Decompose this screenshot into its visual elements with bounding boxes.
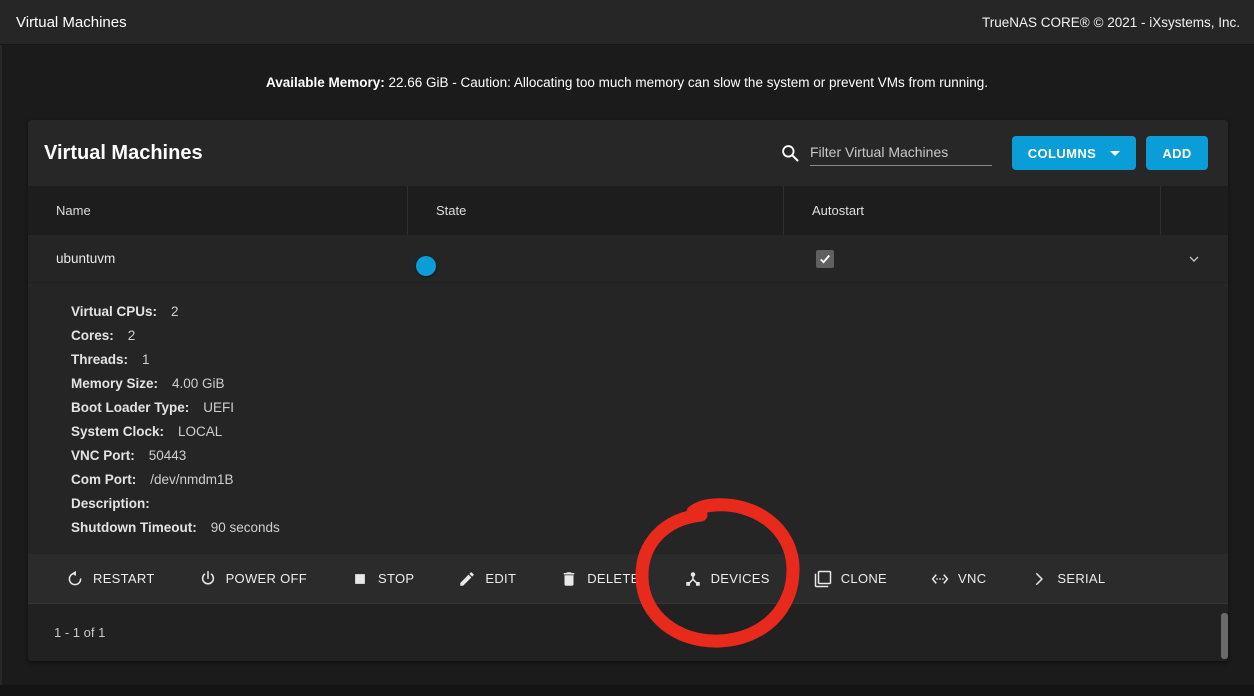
state-toggle-thumb [416,256,436,276]
search-icon [780,143,800,163]
autostart-checkbox[interactable] [816,250,834,268]
row-collapse-chevron-icon[interactable] [1186,251,1202,267]
detail-description: Description: [71,491,1228,515]
table-header-row: Name State Autostart [28,186,1228,235]
chevron-down-icon [1110,151,1120,156]
column-header-autostart[interactable]: Autostart [783,186,1160,235]
vm-table-row[interactable]: ubuntuvm [28,235,1228,283]
pagination-range: 1 - 1 of 1 [54,625,105,640]
serial-icon [1030,570,1048,588]
detail-vnc-port: VNC Port: 50443 [71,443,1228,467]
column-header-name[interactable]: Name [28,186,407,235]
vnc-button[interactable]: VNC [931,570,986,588]
bottom-edge [0,685,1254,696]
virtual-machines-card: Virtual Machines COLUMNS ADD Name State … [28,120,1228,661]
card-footer: 1 - 1 of 1 [28,603,1228,661]
devices-icon [684,570,702,588]
available-memory-label: Available Memory: [266,75,385,90]
vertical-scrollbar-thumb[interactable] [1221,613,1228,659]
page-title: Virtual Machines [16,14,127,31]
check-icon [818,252,832,266]
restart-icon [66,570,84,588]
card-header: Virtual Machines COLUMNS ADD [28,120,1228,186]
add-button[interactable]: ADD [1146,136,1208,170]
detail-shutdown-timeout: Shutdown Timeout: 90 seconds [71,515,1228,539]
delete-button[interactable]: DELETE [560,570,639,588]
edit-icon [458,570,476,588]
vnc-icon [931,570,949,588]
detail-com-port: Com Port: /dev/nmdm1B [71,467,1228,491]
available-memory-notice: Available Memory: 22.66 GiB - Caution: A… [0,75,1254,90]
edit-button[interactable]: EDIT [458,570,516,588]
filter-input[interactable] [810,141,992,166]
stop-icon [351,570,369,588]
detail-virtual-cpus: Virtual CPUs: 2 [71,299,1228,323]
clone-button[interactable]: CLONE [814,570,887,588]
available-memory-text: 22.66 GiB - Caution: Allocating too much… [385,75,988,90]
left-edge-divider [0,45,2,696]
columns-button[interactable]: COLUMNS [1012,136,1136,170]
card-title: Virtual Machines [44,142,203,165]
power-off-icon [199,570,217,588]
add-button-label: ADD [1162,146,1191,161]
stop-button[interactable]: STOP [351,570,414,588]
column-header-state[interactable]: State [407,186,783,235]
columns-button-label: COLUMNS [1028,146,1097,161]
restart-button[interactable]: RESTART [66,570,155,588]
vm-name: ubuntuvm [28,251,407,266]
serial-button[interactable]: SERIAL [1030,570,1105,588]
top-bar: Virtual Machines TrueNAS CORE® © 2021 - … [0,0,1254,45]
detail-memory-size: Memory Size: 4.00 GiB [71,371,1228,395]
vm-action-bar: RESTART POWER OFF STOP EDIT DELETE [28,553,1228,603]
vm-details-panel: Virtual CPUs: 2 Cores: 2 Threads: 1 Memo… [28,283,1228,553]
detail-threads: Threads: 1 [71,347,1228,371]
detail-cores: Cores: 2 [71,323,1228,347]
brand-copyright: TrueNAS CORE® © 2021 - iXsystems, Inc. [982,15,1240,30]
filter-wrap [780,141,992,166]
power-off-button[interactable]: POWER OFF [199,570,307,588]
detail-system-clock: System Clock: LOCAL [71,419,1228,443]
delete-icon [560,570,578,588]
devices-button[interactable]: DEVICES [684,570,770,588]
clone-icon [814,570,832,588]
column-header-expand [1160,186,1228,235]
detail-boot-loader-type: Boot Loader Type: UEFI [71,395,1228,419]
